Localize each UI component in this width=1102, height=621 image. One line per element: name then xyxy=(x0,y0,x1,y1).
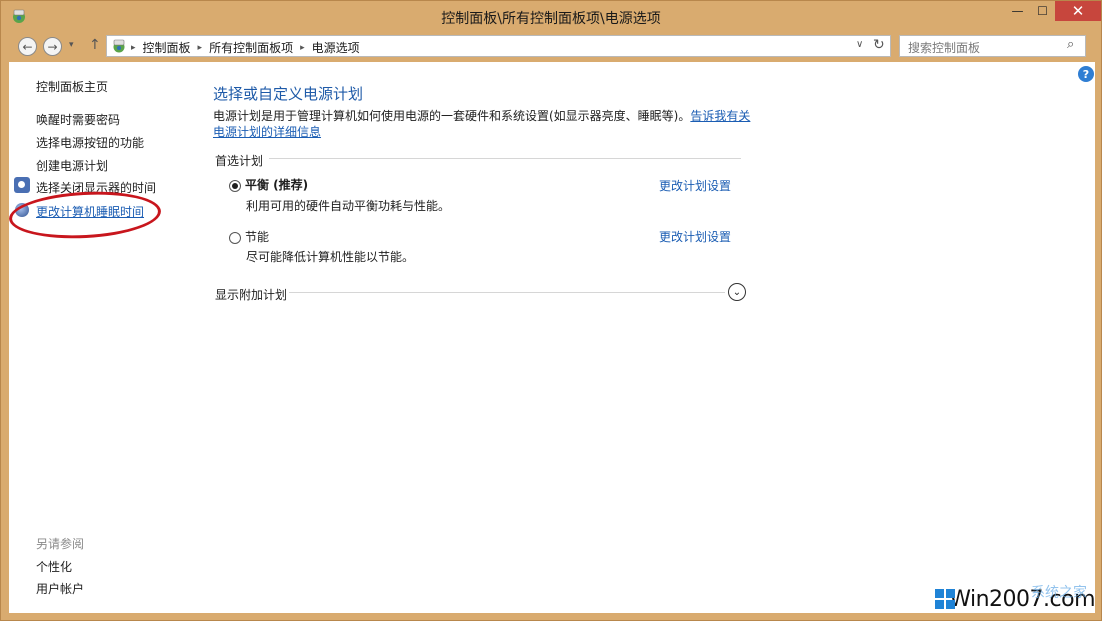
up-button[interactable]: ↑ xyxy=(89,37,101,53)
navigation-bar: ← → ▾ ↑ ▸ 控制面板 ▸ 所有控制面板项 ▸ 电源选项 ∨ ↻ 搜索控制… xyxy=(9,32,1095,60)
display-icon xyxy=(14,177,30,193)
refresh-button[interactable]: ↻ xyxy=(873,37,885,53)
sidebar-item-home[interactable]: 控制面板主页 xyxy=(36,78,108,95)
crumb-sep[interactable]: ▸ xyxy=(300,43,305,53)
breadcrumb: ▸ 控制面板 ▸ 所有控制面板项 ▸ 电源选项 xyxy=(131,39,360,56)
expand-chevron-icon[interactable]: ⌄ xyxy=(728,283,746,301)
title-bar: 控制面板\所有控制面板项\电源选项 — ☐ ✕ xyxy=(1,1,1101,31)
see-also-user-accounts[interactable]: 用户帐户 xyxy=(36,580,84,597)
section-divider xyxy=(269,158,741,159)
plan-name-power-saver[interactable]: 节能 xyxy=(245,228,269,245)
window-frame: 控制面板\所有控制面板项\电源选项 — ☐ ✕ ← → ▾ ↑ ▸ 控制面板 ▸… xyxy=(0,0,1102,621)
show-additional-plans-label[interactable]: 显示附加计划 xyxy=(215,286,287,303)
address-bar[interactable]: ▸ 控制面板 ▸ 所有控制面板项 ▸ 电源选项 ∨ ↻ xyxy=(106,35,891,57)
crumb-sep[interactable]: ▸ xyxy=(131,43,136,53)
control-panel-icon xyxy=(113,39,125,53)
maximize-button[interactable]: ☐ xyxy=(1030,1,1055,21)
watermark-subtext: 系统之家 xyxy=(1031,585,1087,601)
recent-locations-dropdown[interactable]: ▾ xyxy=(69,40,74,50)
page-title: 选择或自定义电源计划 xyxy=(213,85,364,103)
window-title: 控制面板\所有控制面板项\电源选项 xyxy=(441,11,661,27)
change-plan-settings-power-saver[interactable]: 更改计划设置 xyxy=(659,228,731,245)
address-dropdown-button[interactable]: ∨ xyxy=(856,39,863,50)
content-pane: ? 控制面板主页 唤醒时需要密码 选择电源按钮的功能 创建电源计划 选择关闭显示… xyxy=(7,62,1095,613)
plan-radio-balanced[interactable] xyxy=(229,180,241,192)
help-icon[interactable]: ? xyxy=(1078,66,1094,82)
description-text: 电源计划是用于管理计算机如何使用电源的一套硬件和系统设置(如显示器亮度、睡眠等)… xyxy=(213,109,691,123)
preferred-plans-title: 首选计划 xyxy=(215,154,264,168)
sidebar-item-wake-password[interactable]: 唤醒时需要密码 xyxy=(36,111,120,128)
forward-button[interactable]: → xyxy=(43,37,62,56)
watermark: Win2007.com 系统之家 xyxy=(935,584,1095,614)
search-icon[interactable]: ⌕ xyxy=(1067,37,1074,52)
plan-desc-balanced: 利用可用的硬件自动平衡功耗与性能。 xyxy=(246,199,451,213)
plan-desc-power-saver: 尽可能降低计算机性能以节能。 xyxy=(246,250,415,264)
section-divider xyxy=(289,292,725,293)
highlight-annotation xyxy=(7,188,163,242)
page-description: 电源计划是用于管理计算机如何使用电源的一套硬件和系统设置(如显示器亮度、睡眠等)… xyxy=(213,108,753,140)
search-input[interactable]: 搜索控制面板 ⌕ xyxy=(899,35,1086,57)
sidebar-item-create-plan[interactable]: 创建电源计划 xyxy=(36,157,108,174)
see-also-personalization[interactable]: 个性化 xyxy=(36,558,72,575)
breadcrumb-item-control-panel[interactable]: 控制面板 xyxy=(143,39,191,56)
plan-radio-power-saver[interactable] xyxy=(229,232,241,244)
crumb-sep[interactable]: ▸ xyxy=(198,43,203,53)
breadcrumb-item-power-options[interactable]: 电源选项 xyxy=(312,39,360,56)
see-also-title: 另请参阅 xyxy=(36,537,85,551)
change-plan-settings-balanced[interactable]: 更改计划设置 xyxy=(659,177,731,194)
plan-name-balanced[interactable]: 平衡 (推荐) xyxy=(245,176,308,193)
back-button[interactable]: ← xyxy=(18,37,37,56)
sidebar-item-power-buttons[interactable]: 选择电源按钮的功能 xyxy=(36,134,144,151)
search-placeholder: 搜索控制面板 xyxy=(908,41,981,55)
breadcrumb-item-all-items[interactable]: 所有控制面板项 xyxy=(209,39,293,56)
close-button[interactable]: ✕ xyxy=(1055,1,1101,21)
minimize-button[interactable]: — xyxy=(1005,1,1030,21)
windows-logo-icon xyxy=(935,589,955,609)
